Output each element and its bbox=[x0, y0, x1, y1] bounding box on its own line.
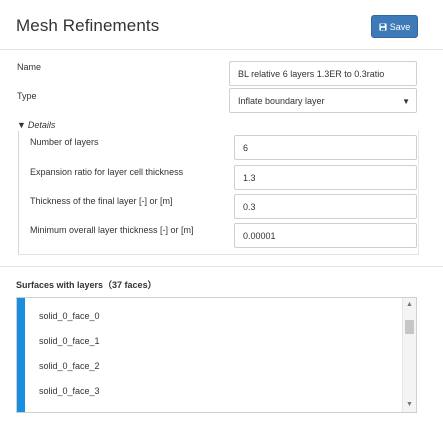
section-divider bbox=[0, 266, 443, 267]
list-item[interactable]: solid_0_face_1 bbox=[39, 336, 100, 346]
page-title: Mesh Refinements bbox=[16, 16, 160, 35]
list-scrollbar[interactable]: ▲ ▼ bbox=[402, 298, 416, 412]
number-of-layers-field[interactable]: 6 bbox=[234, 135, 417, 160]
type-select-value: Inflate boundary layer bbox=[238, 95, 325, 106]
list-item[interactable]: solid_0_face_0 bbox=[39, 311, 100, 321]
list-item[interactable]: solid_0_face_2 bbox=[39, 361, 100, 371]
scroll-up-icon[interactable]: ▲ bbox=[406, 301, 413, 308]
save-button[interactable]: Save bbox=[371, 15, 418, 38]
minimum-layer-thickness-label: Minimum overall layer thickness [-] or [… bbox=[30, 225, 194, 235]
details-toggle-label: Details bbox=[27, 120, 56, 130]
final-layer-thickness-label: Thickness of the final layer [-] or [m] bbox=[30, 196, 173, 206]
floppy-disk-icon bbox=[379, 22, 387, 31]
final-layer-thickness-field[interactable]: 0.3 bbox=[234, 194, 417, 219]
caret-down-icon: ▼ bbox=[17, 120, 26, 130]
mesh-refinements-panel: Mesh Refinements Save Name BL relative 6… bbox=[0, 0, 443, 424]
chevron-down-icon: ▼ bbox=[402, 97, 410, 106]
list-accent-bar bbox=[17, 298, 25, 412]
scroll-down-icon[interactable]: ▼ bbox=[406, 401, 413, 408]
panel-header: Mesh Refinements Save bbox=[0, 0, 443, 50]
expansion-ratio-label: Expansion ratio for layer cell thickness bbox=[30, 167, 184, 177]
type-select[interactable]: Inflate boundary layer ▼ bbox=[229, 88, 417, 113]
surfaces-title: Surfaces with layers（37 faces） bbox=[16, 280, 157, 290]
expansion-ratio-field[interactable]: 1.3 bbox=[234, 165, 417, 190]
name-field[interactable]: BL relative 6 layers 1.3ER to 0.3ratio bbox=[229, 61, 417, 86]
name-label: Name bbox=[17, 62, 42, 72]
scroll-thumb[interactable] bbox=[405, 320, 414, 334]
save-button-label: Save bbox=[389, 21, 411, 32]
type-label: Type bbox=[17, 91, 37, 101]
list-item[interactable]: solid_0_face_3 bbox=[39, 386, 100, 396]
number-of-layers-label: Number of layers bbox=[30, 137, 99, 147]
surfaces-list[interactable]: solid_0_face_0 solid_0_face_1 solid_0_fa… bbox=[16, 297, 417, 413]
minimum-layer-thickness-field[interactable]: 0.00001 bbox=[234, 223, 417, 248]
details-toggle[interactable]: ▼ Details bbox=[17, 120, 55, 130]
